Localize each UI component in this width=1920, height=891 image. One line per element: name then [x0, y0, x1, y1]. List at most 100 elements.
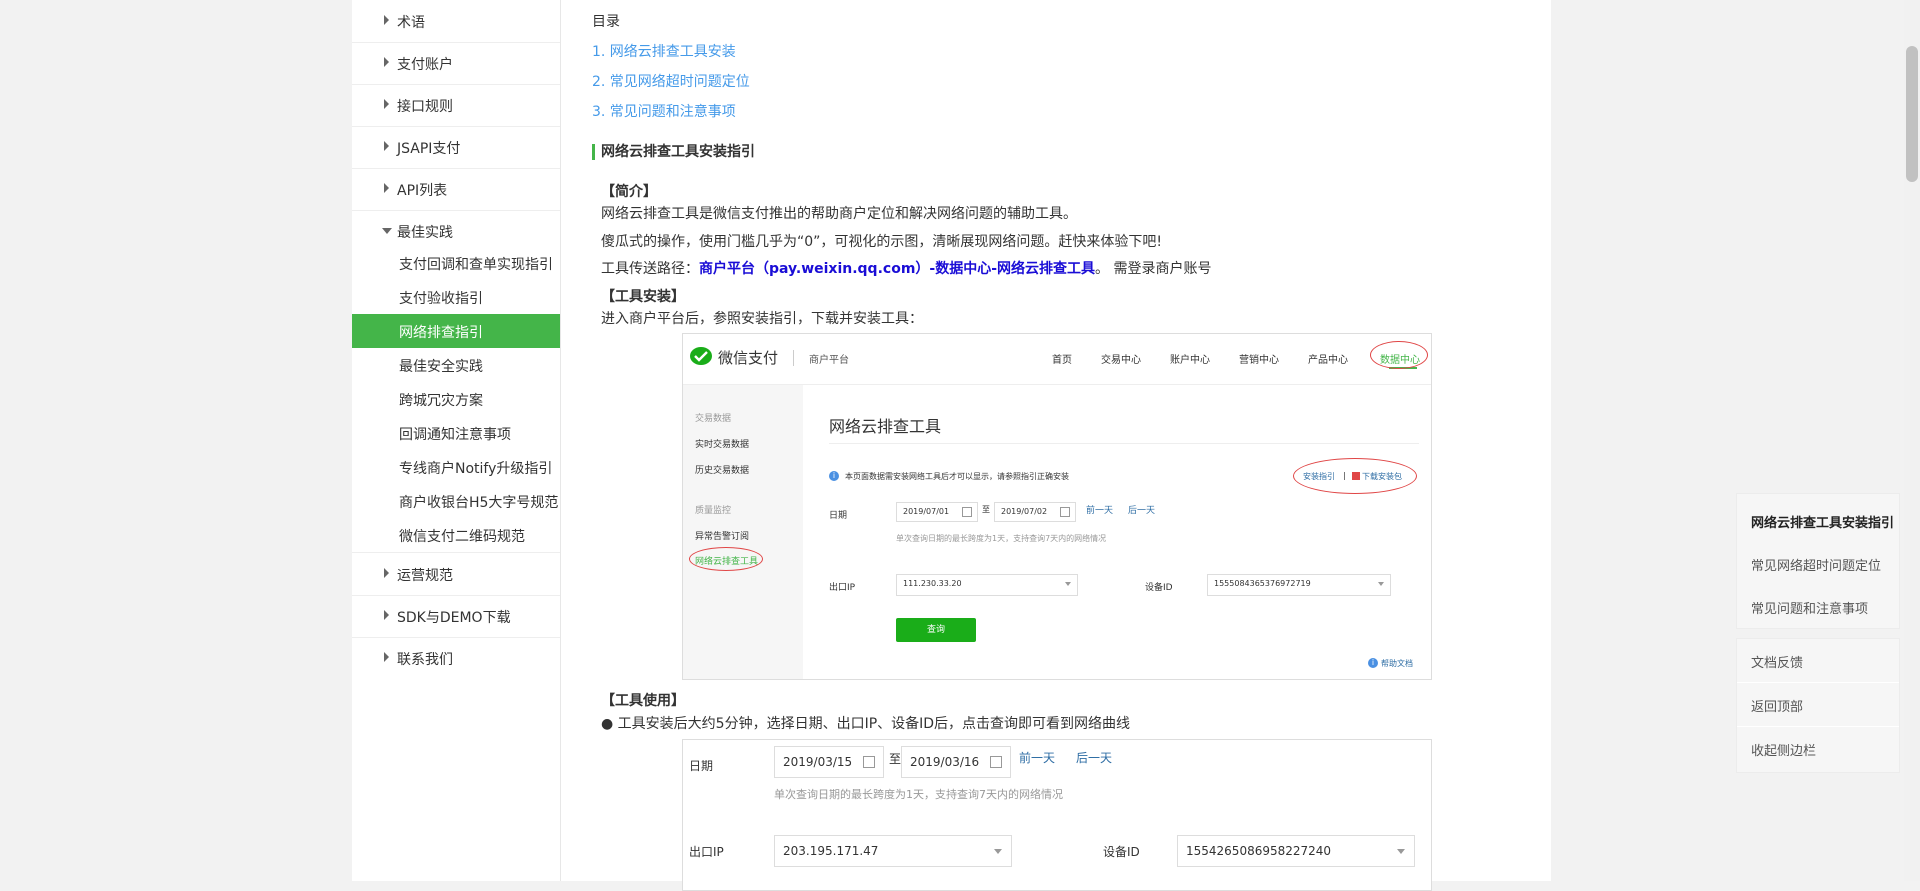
help-icon: i: [1368, 658, 1378, 668]
subitem-label: 最佳安全实践: [399, 359, 483, 375]
nav-item-api-rules[interactable]: 接口规则: [352, 84, 560, 127]
float-toc-timeout[interactable]: 常见网络超时问题定位: [1751, 555, 1881, 574]
shot1-device-label: 设备ID: [1145, 583, 1173, 593]
nav-item-jsapi[interactable]: JSAPI支付: [352, 126, 560, 169]
sidebar-subitem-qrcode[interactable]: 微信支付二维码规范: [352, 518, 560, 553]
shot1-merchant-label: 商户平台: [809, 355, 849, 366]
shot1-ip-value: 111.230.33.20: [903, 579, 962, 588]
shot1-page-title: 网络云排查工具: [829, 417, 942, 436]
shot1-date-from-value: 2019/07/01: [903, 507, 950, 516]
shot1-date-hint: 单次查询日期的最长跨度为1天，支持查询7天内的网络情况: [896, 534, 1107, 543]
sidebar-subitem-callback[interactable]: 支付回调和查单实现指引: [352, 246, 560, 280]
shot1-to: 至: [982, 505, 990, 514]
sidebar-subitem-security[interactable]: 最佳安全实践: [352, 348, 560, 382]
nav-item-terms[interactable]: 术语: [352, 0, 560, 43]
usage-bullet: ● 工具安装后大约5分钟，选择日期、出口IP、设备ID后，点击查询即可看到网络曲…: [601, 716, 1131, 732]
sidebar-subitem-network-check[interactable]: 网络排查指引: [352, 314, 560, 348]
chevron-right-icon: [384, 99, 389, 109]
shot1-device-select: 1555084365376972719: [1207, 574, 1391, 596]
shot1-nav-product: 产品中心: [1308, 355, 1348, 366]
intro-paragraph-2: 傻瓜式的操作，使用门槛几乎为“0”，可视化的示图，清晰展现网络问题。赶快来体验下…: [601, 234, 1163, 250]
nav-item-contact[interactable]: 联系我们: [352, 637, 560, 679]
info-icon: i: [829, 471, 839, 481]
shot1-help-doc: 帮助文档: [1381, 659, 1413, 668]
shot1-date-to: 2019/07/02: [994, 502, 1076, 522]
collapse-sidebar-button[interactable]: 收起侧边栏: [1737, 727, 1899, 770]
dropdown-icon: [1397, 849, 1405, 854]
sidebar-subitem-h5-font[interactable]: 商户收银台H5大字号规范: [352, 484, 560, 518]
nav-item-payment-account[interactable]: 支付账户: [352, 42, 560, 85]
chevron-right-icon: [384, 15, 389, 25]
calendar-icon: [990, 756, 1002, 768]
shot2-date-from: 2019/03/15: [774, 746, 884, 778]
path-suffix: 。 需登录商户账号: [1095, 261, 1212, 277]
shot1-device-value: 1555084365376972719: [1214, 579, 1311, 588]
shot2-device-label: 设备ID: [1103, 845, 1140, 859]
nav-item-label: JSAPI支付: [397, 141, 461, 157]
nav-item-label: 最佳实践: [397, 225, 453, 241]
doc-feedback-button[interactable]: 文档反馈: [1737, 639, 1899, 683]
left-sidebar: 术语 支付账户 接口规则 JSAPI支付 API列表 最佳实践 支付回调和查单实…: [352, 0, 561, 881]
back-to-top-label: 返回顶部: [1751, 700, 1804, 715]
highlight-ellipse: [1370, 341, 1428, 369]
path-link[interactable]: 商户平台（pay.weixin.qq.com）-数据中心-网络云排查工具: [699, 261, 1095, 277]
shot1-query-button: 查询: [896, 618, 976, 642]
nav-item-label: 支付账户: [397, 57, 453, 73]
shot2-ip-select: 203.195.171.47: [774, 835, 1012, 867]
usage-heading: 【工具使用】: [601, 693, 685, 709]
scrollbar-thumb[interactable]: [1906, 46, 1918, 182]
chevron-right-icon: [384, 652, 389, 662]
chevron-down-icon: [382, 228, 392, 234]
subitem-label: 跨城冗灾方案: [399, 393, 483, 409]
shot2-date-hint: 单次查询日期的最长跨度为1天，支持查询7天内的网络情况: [774, 788, 1063, 801]
shot1-nav-marketing: 营销中心: [1239, 355, 1279, 366]
chevron-right-icon: [384, 610, 389, 620]
shot2-ip-label: 出口IP: [689, 845, 724, 859]
nav-item-operation-rules[interactable]: 运营规范: [352, 553, 560, 596]
shot1-divider-line: [829, 443, 1419, 444]
shot1-nav-home: 首页: [1052, 355, 1072, 366]
subitem-label: 支付验收指引: [399, 291, 483, 307]
shot1-header: 微信支付 商户平台 首页 交易中心 账户中心 营销中心 产品中心 数据中心: [683, 334, 1431, 385]
sidebar-subitem-disaster-recovery[interactable]: 跨城冗灾方案: [352, 382, 560, 416]
highlight-ellipse: [1293, 458, 1417, 494]
float-toc-install[interactable]: 网络云排查工具安装指引: [1751, 512, 1894, 531]
back-to-top-button[interactable]: 返回顶部: [1737, 683, 1899, 727]
toc-link-timeout[interactable]: 2. 常见网络超时问题定位: [592, 71, 750, 91]
toc-link-install[interactable]: 1. 网络云排查工具安装: [592, 41, 736, 61]
shot2-device-select: 1554265086958227240: [1177, 835, 1415, 867]
nav-item-label: 接口规则: [397, 99, 453, 115]
shot1-left-item: 实时交易数据: [695, 440, 750, 450]
section-title: 网络云排查工具安装指引: [592, 144, 755, 160]
network-query-screenshot: 日期 2019/03/15 至 2019/03/16 前一天 后一天 单次查询日…: [682, 739, 1432, 891]
nav-item-label: 运营规范: [397, 568, 453, 584]
floating-toc: 网络云排查工具安装指引 常见网络超时问题定位 常见问题和注意事项: [1736, 493, 1900, 629]
calendar-icon: [863, 756, 875, 768]
shot1-left-group: 交易数据: [695, 414, 732, 424]
toc-link-faq[interactable]: 3. 常见问题和注意事项: [592, 101, 736, 121]
shot1-divider: [793, 350, 794, 366]
path-prefix: 工具传送路径：: [601, 261, 699, 277]
chevron-right-icon: [384, 183, 389, 193]
subitem-label: 商户收银台H5大字号规范: [399, 495, 559, 511]
toc-title: 目录: [592, 14, 620, 30]
float-toc-faq[interactable]: 常见问题和注意事项: [1751, 598, 1868, 617]
shot2-prev-day: 前一天: [1019, 751, 1056, 765]
chevron-right-icon: [384, 568, 389, 578]
sidebar-subitem-notify-upgrade[interactable]: 专线商户Notify升级指引: [352, 450, 560, 484]
highlight-ellipse: [689, 547, 763, 571]
merchant-platform-screenshot: 微信支付 商户平台 首页 交易中心 账户中心 营销中心 产品中心 数据中心 交易…: [682, 333, 1432, 680]
nav-item-sdk-demo[interactable]: SDK与DEMO下载: [352, 595, 560, 638]
shot2-to: 至: [889, 752, 902, 766]
tool-path-line: 工具传送路径：商户平台（pay.weixin.qq.com）-数据中心-网络云排…: [601, 258, 1211, 278]
nav-item-api-list[interactable]: API列表: [352, 168, 560, 211]
shot1-date-label: 日期: [829, 511, 848, 521]
dropdown-icon: [994, 849, 1002, 854]
shot1-brand: 微信支付: [718, 349, 779, 367]
shot1-left-group: 质量监控: [695, 506, 732, 516]
shot1-ip-label: 出口IP: [829, 583, 856, 593]
sidebar-subitem-acceptance[interactable]: 支付验收指引: [352, 280, 560, 314]
sidebar-subitem-callback-notice[interactable]: 回调通知注意事项: [352, 416, 560, 450]
shot1-date-from: 2019/07/01: [896, 502, 978, 522]
nav-item-label: SDK与DEMO下载: [397, 610, 511, 626]
